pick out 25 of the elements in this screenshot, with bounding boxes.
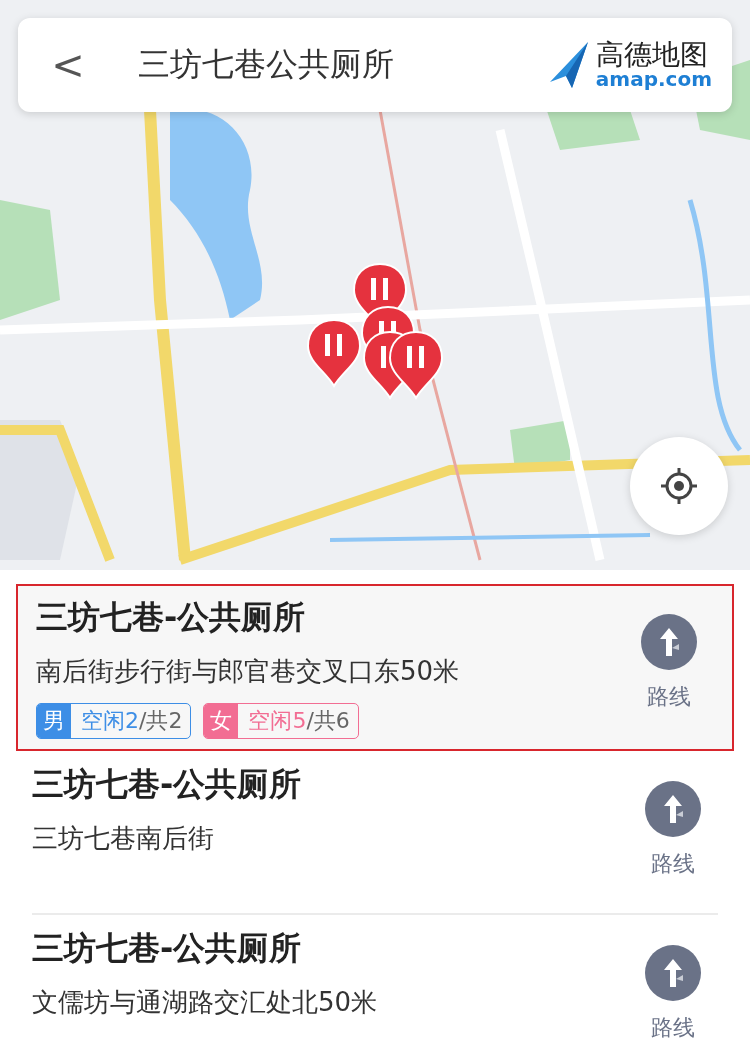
gender-label: 男 bbox=[37, 704, 71, 738]
route-label[interactable]: 路线 bbox=[651, 1013, 695, 1043]
result-title: 三坊七巷-公共厕所 bbox=[36, 597, 307, 638]
result-title: 三坊七巷-公共厕所 bbox=[32, 928, 303, 969]
map-pins-drawing[interactable] bbox=[307, 263, 443, 399]
result-item[interactable]: 三坊七巷-公共厕所 南后街步行街与郎官巷交叉口东50米 男 空闲2/共2 女 空闲5/共6 路线 bbox=[16, 584, 734, 751]
logo-name: 高德地图 bbox=[595, 39, 709, 70]
paper-plane-icon bbox=[549, 42, 590, 88]
free-count: 空闲2 bbox=[80, 707, 139, 735]
free-count: 空闲5 bbox=[247, 707, 307, 735]
logo-domain: amap.com bbox=[595, 69, 712, 91]
route-label[interactable]: 路线 bbox=[651, 849, 695, 879]
locate-icon bbox=[659, 466, 699, 506]
result-address: 南后街步行街与郎官巷交叉口东50米 bbox=[36, 655, 461, 688]
total-count: /共6 bbox=[306, 707, 351, 735]
result-address: 文儒坊与通湖路交汇处北50米 bbox=[32, 986, 379, 1019]
route-label[interactable]: 路线 bbox=[647, 682, 691, 712]
result-address: 三坊七巷南后街 bbox=[32, 822, 215, 855]
back-button[interactable]: < bbox=[48, 42, 88, 88]
result-item[interactable]: 三坊七巷-公共厕所 文儒坊与通湖路交汇处北50米 路线 bbox=[32, 915, 718, 1062]
total-count: /共2 bbox=[139, 707, 184, 735]
gender-label: 女 bbox=[204, 704, 239, 738]
result-item[interactable]: 三坊七巷-公共厕所 三坊七巷南后街 路线 bbox=[32, 751, 718, 915]
search-title: 三坊七巷公共厕所 bbox=[138, 44, 395, 85]
result-title: 三坊七巷-公共厕所 bbox=[32, 764, 303, 805]
